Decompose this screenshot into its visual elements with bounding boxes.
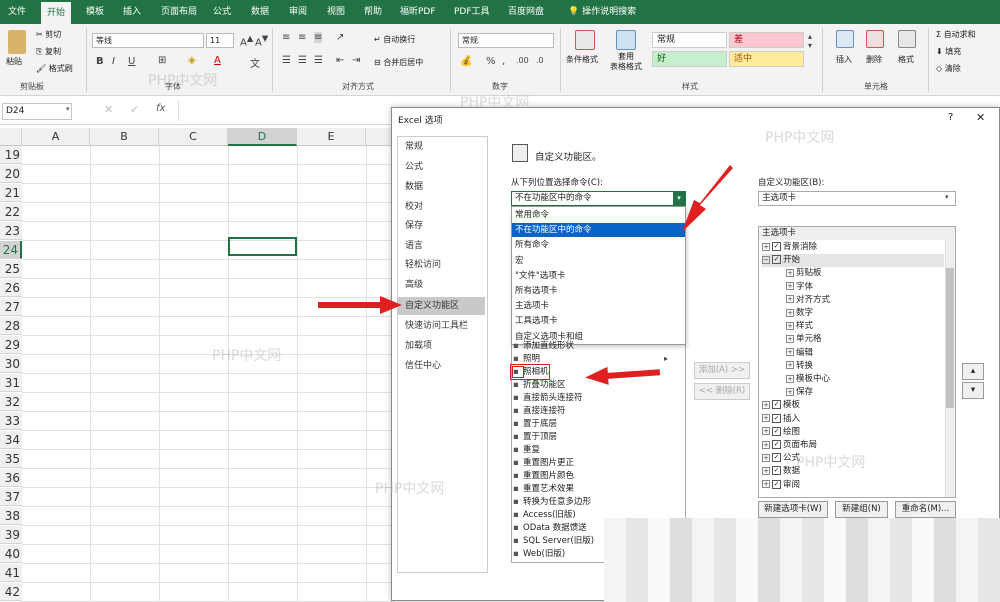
arrow-dropdown bbox=[682, 165, 733, 232]
annotation-arrows bbox=[318, 165, 733, 385]
arrow-custom-ribbon bbox=[318, 296, 402, 314]
arrow-camera bbox=[585, 366, 661, 385]
